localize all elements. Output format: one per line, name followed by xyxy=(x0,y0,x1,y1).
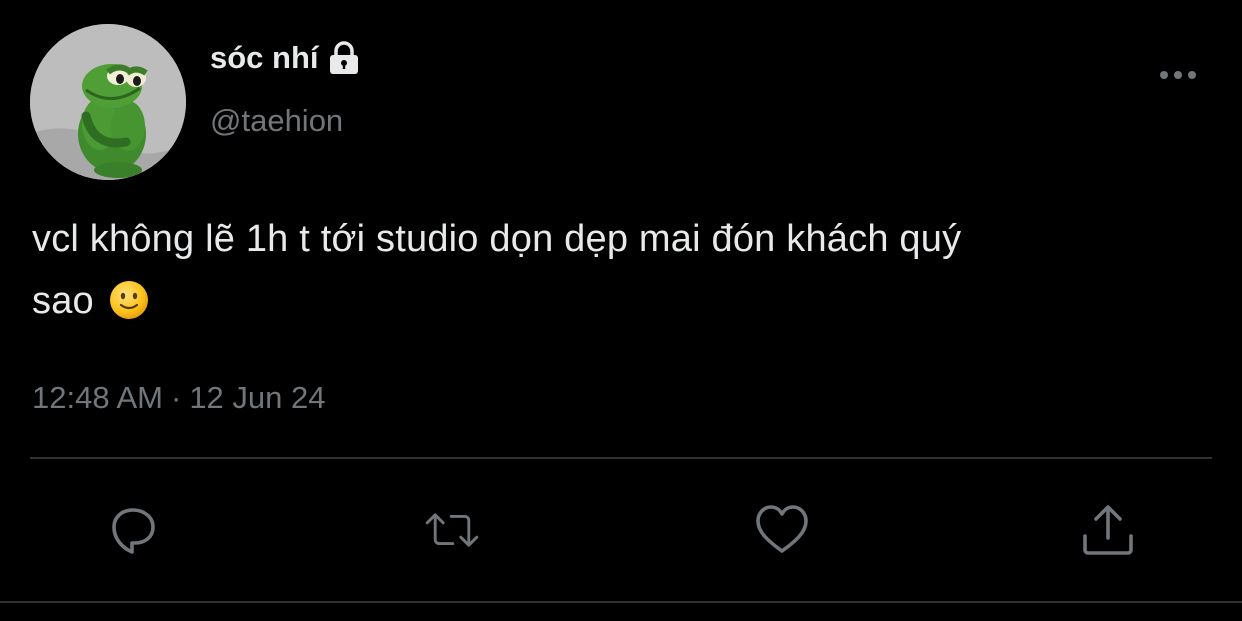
slightly-smiling-face-emoji xyxy=(109,281,148,319)
timestamp-separator: · xyxy=(170,380,182,415)
tweet-date: 12 Jun 24 xyxy=(189,380,326,415)
display-name-text: sóc nhí xyxy=(210,40,319,75)
divider xyxy=(30,457,1212,459)
reply-icon[interactable] xyxy=(106,502,162,558)
tweet-text: vcl không lẽ 1h t tới studio dọn dẹp mai… xyxy=(32,208,1212,332)
tweet-text-line-2: sao xyxy=(32,280,94,322)
tweet-text-line-1: vcl không lẽ 1h t tới studio dọn dẹp mai… xyxy=(32,218,962,260)
tweet-timestamp[interactable]: 12:48 AM · 12 Jun 24 xyxy=(32,380,325,416)
lock-icon xyxy=(329,41,358,74)
avatar[interactable] xyxy=(30,24,186,180)
retweet-icon[interactable] xyxy=(424,502,480,558)
like-icon[interactable] xyxy=(754,502,810,558)
kermit-frog-avatar xyxy=(30,24,186,180)
display-name[interactable]: sóc nhí xyxy=(210,40,360,76)
share-icon[interactable] xyxy=(1080,502,1136,558)
tweet-time: 12:48 AM xyxy=(32,380,163,415)
more-icon[interactable] xyxy=(1156,62,1200,88)
bottom-divider xyxy=(0,601,1242,603)
user-handle[interactable]: @taehion xyxy=(210,103,343,139)
